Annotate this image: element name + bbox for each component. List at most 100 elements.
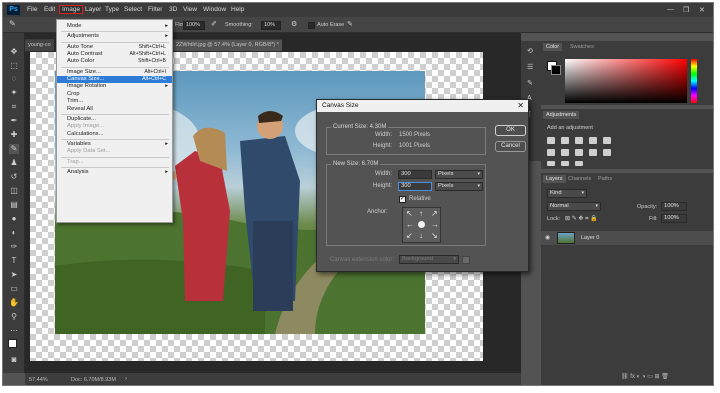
eye-icon[interactable]: ◉ <box>545 234 550 241</box>
menu-item-analysis[interactable]: Analysis ▸ <box>57 169 172 176</box>
more-tools-icon[interactable]: ⋯ <box>9 326 19 336</box>
layer-actions-icons[interactable]: ⛓ fx ◐ ◑ ▭ ⊞ 🗑 <box>621 373 669 380</box>
menu-edit[interactable]: Edit <box>44 6 55 13</box>
levels-icon[interactable] <box>561 137 569 144</box>
menu-item-calculations[interactable]: Calculations... <box>57 131 172 138</box>
lasso-tool-icon[interactable]: ◌ <box>9 74 19 84</box>
curves-icon[interactable] <box>575 137 583 144</box>
hue-saturation-icon[interactable] <box>547 149 555 156</box>
menu-item-trim[interactable]: Trim... <box>57 98 172 105</box>
tab-adjustments[interactable]: Adjustments <box>543 111 580 119</box>
move-tool-icon[interactable]: ✥ <box>9 47 19 57</box>
tab-swatches[interactable]: Swatches <box>567 43 597 51</box>
menu-type[interactable]: Type <box>105 6 119 13</box>
arrow-sw-icon[interactable]: ↙ <box>406 231 413 240</box>
menu-window[interactable]: Window <box>203 6 226 13</box>
menu-help[interactable]: Help <box>231 6 244 13</box>
width-unit-select[interactable]: Pixels ▾ <box>435 170 483 179</box>
menu-item-auto-contrast[interactable]: Auto Contrast Alt+Shift+Ctrl+L <box>57 51 172 58</box>
lock-icons[interactable]: ⊠ ✎ ✥ ⌗ 🔒 <box>565 215 598 223</box>
black-white-icon[interactable] <box>575 149 583 156</box>
layer-row[interactable]: ◉ Layer 0 <box>541 231 713 245</box>
exposure-icon[interactable] <box>589 137 597 144</box>
menu-item-canvas-size[interactable]: Canvas Size... Alt+Ctrl+C <box>57 76 172 84</box>
minimize-icon[interactable]: — <box>667 6 674 13</box>
history-icon[interactable]: ⟲ <box>527 47 533 55</box>
vibrance-icon[interactable] <box>603 137 611 144</box>
hand-tool-icon[interactable]: ✋ <box>9 298 19 308</box>
menu-item-image-rotation[interactable]: Image Rotation ▸ <box>57 83 172 90</box>
arrow-e-icon[interactable]: → <box>431 220 439 229</box>
layer-name[interactable]: Layer 0 <box>581 235 599 241</box>
relative-checkbox[interactable]: ✓ <box>399 196 406 203</box>
close-icon[interactable]: ✕ <box>699 6 705 14</box>
channel-mixer-icon[interactable] <box>603 149 611 156</box>
arrow-se-icon[interactable]: ↘ <box>431 231 438 240</box>
arrow-w-icon[interactable]: ← <box>406 220 414 229</box>
color-balance-icon[interactable] <box>561 149 569 156</box>
menu-item-variables[interactable]: Variables ▸ <box>57 141 172 148</box>
blend-mode-select[interactable]: Normal ▾ <box>547 202 601 211</box>
zoom-level[interactable]: 57.44% <box>29 377 48 383</box>
menu-item-mode[interactable]: Mode ▸ <box>57 23 172 30</box>
document-info[interactable]: Doc: 6.70M/8.93M <box>71 377 116 383</box>
arrow-s-icon[interactable]: ↓ <box>419 231 423 240</box>
menu-item-duplicate[interactable]: Duplicate... <box>57 116 172 123</box>
gear-icon[interactable]: ⚙ <box>291 20 297 28</box>
zoom-tool-icon[interactable]: ⚲ <box>9 312 19 322</box>
eraser-icon[interactable]: ◫ <box>9 186 19 196</box>
close-icon[interactable]: ✕ <box>517 100 524 112</box>
menu-select[interactable]: Select <box>124 6 142 13</box>
layer-filter-select[interactable]: Kind ▾ <box>547 189 587 198</box>
menu-layer[interactable]: Layer <box>85 6 101 13</box>
anchor-grid[interactable]: ↖ ↑ ↗ ← → ↙ ↓ ↘ <box>402 207 441 243</box>
document-tab-left[interactable]: young-co <box>25 39 54 51</box>
foreground-color-swatch[interactable] <box>8 339 17 348</box>
clone-stamp-icon[interactable]: ♟ <box>9 158 19 168</box>
new-width-input[interactable]: 300 <box>398 170 432 179</box>
healing-brush-icon[interactable]: ✚ <box>9 130 19 140</box>
rectangle-tool-icon[interactable]: ▭ <box>9 284 19 294</box>
menu-file[interactable]: File <box>27 6 37 13</box>
arrow-n-icon[interactable]: ↑ <box>419 209 423 218</box>
ok-button[interactable]: OK <box>495 125 526 136</box>
height-unit-select[interactable]: Pixels ▾ <box>435 182 483 191</box>
airbrush-icon[interactable]: ✐ <box>211 20 217 28</box>
hue-slider[interactable] <box>691 59 697 103</box>
crop-tool-icon[interactable]: ⌗ <box>9 102 19 112</box>
type-tool-icon[interactable]: T <box>9 256 19 266</box>
brightness-icon[interactable] <box>547 137 555 144</box>
menu-item-auto-tone[interactable]: Auto Tone Shift+Ctrl+L <box>57 44 172 51</box>
extension-color-swatch[interactable] <box>462 256 470 264</box>
relative-label[interactable]: Relative <box>409 196 431 202</box>
anchor-center-icon[interactable] <box>418 221 425 228</box>
new-height-input[interactable]: 300 <box>398 182 432 191</box>
photo-filter-icon[interactable] <box>589 149 597 156</box>
brush-tool-icon[interactable]: ✎ <box>9 144 19 154</box>
menu-item-crop[interactable]: Crop <box>57 91 172 98</box>
pen-tool-icon[interactable]: ✑ <box>9 242 19 252</box>
menu-item-image-size[interactable]: Image Size... Alt+Ctrl+I <box>57 69 172 76</box>
tab-channels[interactable]: Channels <box>565 175 594 183</box>
document-tab-active[interactable]: 2ZWhtIrl.jpg @ 57.4% (Layer 0, RGB/8*) * <box>173 39 282 51</box>
menu-item-auto-color[interactable]: Auto Color Shift+Ctrl+B <box>57 58 172 65</box>
opacity-input[interactable]: 100% <box>661 202 687 211</box>
eyedropper-icon[interactable]: ✒ <box>9 116 19 126</box>
tab-paths[interactable]: Paths <box>595 175 615 183</box>
gradient-icon[interactable]: ▤ <box>9 200 19 210</box>
path-select-icon[interactable]: ➤ <box>9 270 19 280</box>
history-brush-icon[interactable]: ↺ <box>9 172 19 182</box>
marquee-tool-icon[interactable]: ⬚ <box>9 61 19 71</box>
dodge-icon[interactable]: ◐ <box>9 228 19 238</box>
pressure-icon[interactable]: ✎ <box>347 20 353 28</box>
menu-filter[interactable]: Filter <box>148 6 162 13</box>
menu-image[interactable]: Image <box>59 5 84 14</box>
brush-tool-icon[interactable]: ✎ <box>9 19 16 28</box>
smoothing-input[interactable]: 10% <box>261 21 281 30</box>
flow-input[interactable]: 100% <box>183 21 205 30</box>
invert-icon[interactable] <box>547 161 555 166</box>
menu-item-reveal-all[interactable]: Reveal All <box>57 106 172 113</box>
menu-view[interactable]: View <box>183 6 197 13</box>
color-field[interactable] <box>565 59 687 103</box>
tab-layers[interactable]: Layers <box>543 175 566 183</box>
